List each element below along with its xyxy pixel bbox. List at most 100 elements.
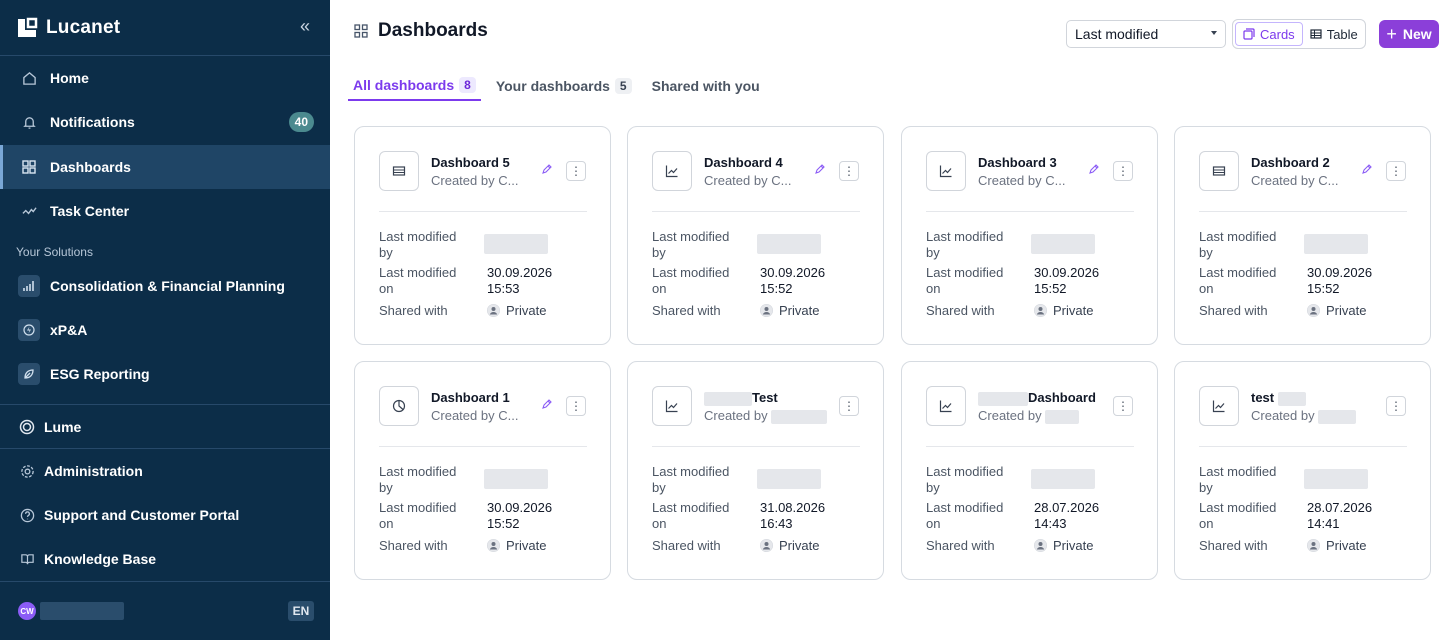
more-options-icon[interactable]: ⋮: [566, 396, 586, 416]
divider: [379, 211, 587, 212]
shared-with-value: Private: [1034, 303, 1093, 318]
brand[interactable]: Lucanet: [16, 14, 120, 42]
modified-by-label: Last modified by: [652, 464, 750, 496]
more-options-icon[interactable]: ⋮: [1386, 396, 1406, 416]
dashboard-card[interactable]: Dashboard 4 Created by C... ⋮ Last modified…: [627, 126, 884, 345]
edit-pencil-icon[interactable]: [541, 398, 553, 413]
line-chart-icon: [652, 386, 692, 426]
tab-your-dashboards[interactable]: Your dashboards 5: [491, 70, 637, 101]
dashboard-card[interactable]: test Created by ⋮ Last modified by Last mod…: [1174, 361, 1431, 580]
more-options-icon[interactable]: ⋮: [1386, 161, 1406, 181]
modified-date: 30.09.2026: [487, 265, 553, 280]
label-line: Last modified: [652, 265, 730, 280]
label-line: Last modified: [652, 500, 730, 515]
modified-time: 16:43: [760, 516, 793, 531]
sidebar-item-label: Notifications: [50, 114, 135, 130]
modified-by-redacted: [484, 469, 548, 489]
user-circle-icon: [487, 539, 500, 552]
more-options-icon[interactable]: ⋮: [1113, 161, 1133, 181]
sidebar-item-xpa[interactable]: xP&A: [0, 308, 330, 352]
sidebar-item-consolidation[interactable]: Consolidation & Financial Planning: [0, 264, 330, 308]
more-options-icon[interactable]: ⋮: [1113, 396, 1133, 416]
sort-select[interactable]: Last modified: [1066, 20, 1226, 48]
tab-all-dashboards[interactable]: All dashboards 8: [348, 70, 481, 101]
card-subtitle-text: Created by C...: [978, 173, 1066, 188]
more-options-icon[interactable]: ⋮: [839, 396, 859, 416]
more-options-icon[interactable]: ⋮: [566, 161, 586, 181]
sidebar-item-label: Dashboards: [50, 159, 131, 175]
sidebar-item-label: xP&A: [50, 322, 88, 338]
sidebar-item-label: ESG Reporting: [50, 366, 150, 382]
bell-icon: [20, 113, 38, 131]
modified-by-redacted: [757, 234, 821, 254]
label-line: by: [652, 245, 666, 260]
tab-count: 8: [459, 76, 476, 93]
edit-pencil-icon[interactable]: [1361, 163, 1373, 178]
sidebar-item-notifications[interactable]: Notifications 40: [0, 100, 330, 144]
sidebar-item-task-center[interactable]: Task Center: [0, 189, 330, 233]
new-dashboard-button[interactable]: + New: [1379, 20, 1439, 48]
dashboard-card[interactable]: Dashboard 1 Created by C... ⋮ Last modified…: [354, 361, 611, 580]
line-chart-icon: [926, 151, 966, 191]
double-chevron-left-icon[interactable]: «: [300, 16, 310, 37]
label-line: Last modified: [379, 500, 457, 515]
avatar[interactable]: CW: [18, 602, 36, 620]
edit-pencil-icon[interactable]: [541, 163, 553, 178]
sidebar-item-home[interactable]: Home: [0, 56, 330, 100]
modified-on-value: 28.07.2026 14:41: [1307, 500, 1372, 532]
label-line: Last modified: [926, 229, 1004, 244]
sidebar-item-esg[interactable]: ESG Reporting: [0, 352, 330, 396]
sidebar-item-support[interactable]: Support and Customer Portal: [0, 493, 330, 537]
dashboard-card[interactable]: Dashboard 3 Created by C... ⋮ Last modified…: [901, 126, 1158, 345]
label-line: Last modified: [1199, 265, 1277, 280]
card-subtitle: Created by C...: [431, 173, 527, 188]
more-options-icon[interactable]: ⋮: [839, 161, 859, 181]
modified-date: 30.09.2026: [487, 500, 553, 515]
user-circle-icon: [760, 539, 773, 552]
dashboard-card[interactable]: Dashboard 2 Created by C... ⋮ Last modified…: [1174, 126, 1431, 345]
modified-by-label: Last modified by: [1199, 229, 1297, 261]
label-line: Last modified: [652, 229, 730, 244]
shared-with-label: Shared with: [1199, 538, 1268, 553]
edit-pencil-icon[interactable]: [1088, 163, 1100, 178]
modified-time: 15:52: [1034, 281, 1067, 296]
home-icon: [20, 69, 38, 87]
user-menu[interactable]: CW EN: [0, 590, 330, 632]
label-line: by: [379, 245, 393, 260]
edit-pencil-icon[interactable]: [814, 163, 826, 178]
dashboard-card[interactable]: Dashboard 5 Created by C... ⋮ Last modified…: [354, 126, 611, 345]
grid-icon: [20, 158, 38, 176]
label-line: Last modified: [1199, 464, 1277, 479]
sidebar-item-label: Consolidation & Financial Planning: [50, 278, 285, 294]
card-title-text: Dashboard 4: [704, 155, 783, 170]
label-line: by: [379, 480, 393, 495]
bolt-icon: [18, 319, 40, 341]
divider: [379, 446, 587, 447]
modified-by-redacted: [1031, 234, 1095, 254]
label-line: Last modified: [652, 464, 730, 479]
dashboard-card[interactable]: Dashboard Created by ⋮ Last modified by Last…: [901, 361, 1158, 580]
brand-name: Lucanet: [46, 17, 121, 38]
view-table-label: Table: [1326, 26, 1358, 42]
shared-with-label: Shared with: [379, 303, 448, 318]
shared-with-label: Shared with: [652, 538, 721, 553]
gear-icon: [18, 462, 36, 480]
sidebar-item-administration[interactable]: Administration: [0, 449, 330, 493]
modified-on-label: Last modified on: [926, 500, 1024, 532]
dashboard-card[interactable]: Test Created by ⋮ Last modified by Last modi…: [627, 361, 884, 580]
sidebar-item-label: Home: [50, 70, 89, 86]
table-icon: [379, 151, 419, 191]
view-table-button[interactable]: Table: [1303, 22, 1365, 46]
language-switcher[interactable]: EN: [288, 601, 314, 621]
sidebar-item-lume[interactable]: Lume: [0, 405, 330, 449]
tab-shared-with-you[interactable]: Shared with you: [647, 70, 765, 101]
card-subtitle: Created by C...: [1251, 173, 1347, 188]
sidebar-item-knowledge-base[interactable]: Knowledge Base: [0, 537, 330, 581]
view-cards-button[interactable]: Cards: [1235, 22, 1303, 46]
sidebar-item-dashboards[interactable]: Dashboards: [0, 145, 330, 189]
private-label: Private: [506, 303, 547, 318]
plus-icon: +: [1386, 24, 1397, 44]
modified-date: 28.07.2026: [1307, 500, 1373, 515]
card-subtitle: Created by: [978, 408, 1118, 424]
modified-on-value: 30.09.2026 15:53: [487, 265, 552, 297]
